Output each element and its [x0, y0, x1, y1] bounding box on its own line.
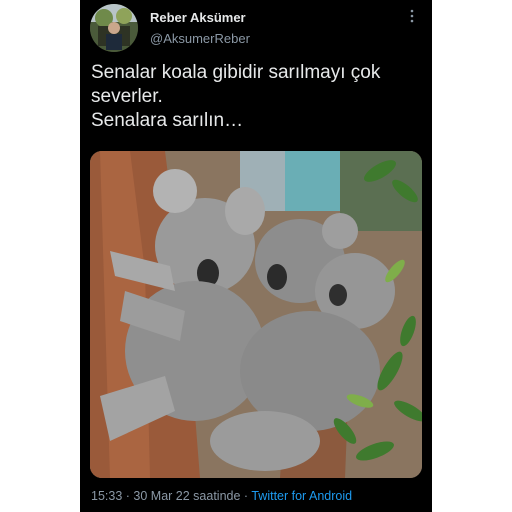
- user-display-name[interactable]: Reber Aksümer: [150, 10, 246, 25]
- tweet-source-link[interactable]: Twitter for Android: [251, 489, 352, 503]
- avatar[interactable]: [90, 4, 138, 52]
- tweet-text-line: severler.: [91, 86, 163, 107]
- tweet-photo[interactable]: [90, 151, 422, 478]
- meta-separator: ·: [125, 489, 130, 503]
- tweet-text: Senalar koala gibidir sarılmayı çok seve…: [91, 61, 426, 133]
- tweet-meta: 15:33 · 30 Mar 22 saatinde · Twitter for…: [91, 489, 352, 503]
- tweet-date[interactable]: 30 Mar 22 saatinde: [133, 489, 240, 503]
- more-vertical-icon[interactable]: [405, 8, 419, 24]
- avatar-image: [90, 4, 138, 52]
- tweet-text-line: Senalara sarılın…: [91, 110, 244, 131]
- tweet-time[interactable]: 15:33: [91, 489, 122, 503]
- meta-separator: ·: [243, 489, 249, 503]
- user-handle[interactable]: @AksumerReber: [150, 31, 250, 46]
- tweet-text-line: Senalar koala gibidir sarılmayı çok: [91, 62, 381, 83]
- tweet-card: Reber Aksümer @AksumerReber Senalar koal…: [80, 0, 432, 512]
- koala-photo-image: [90, 151, 422, 478]
